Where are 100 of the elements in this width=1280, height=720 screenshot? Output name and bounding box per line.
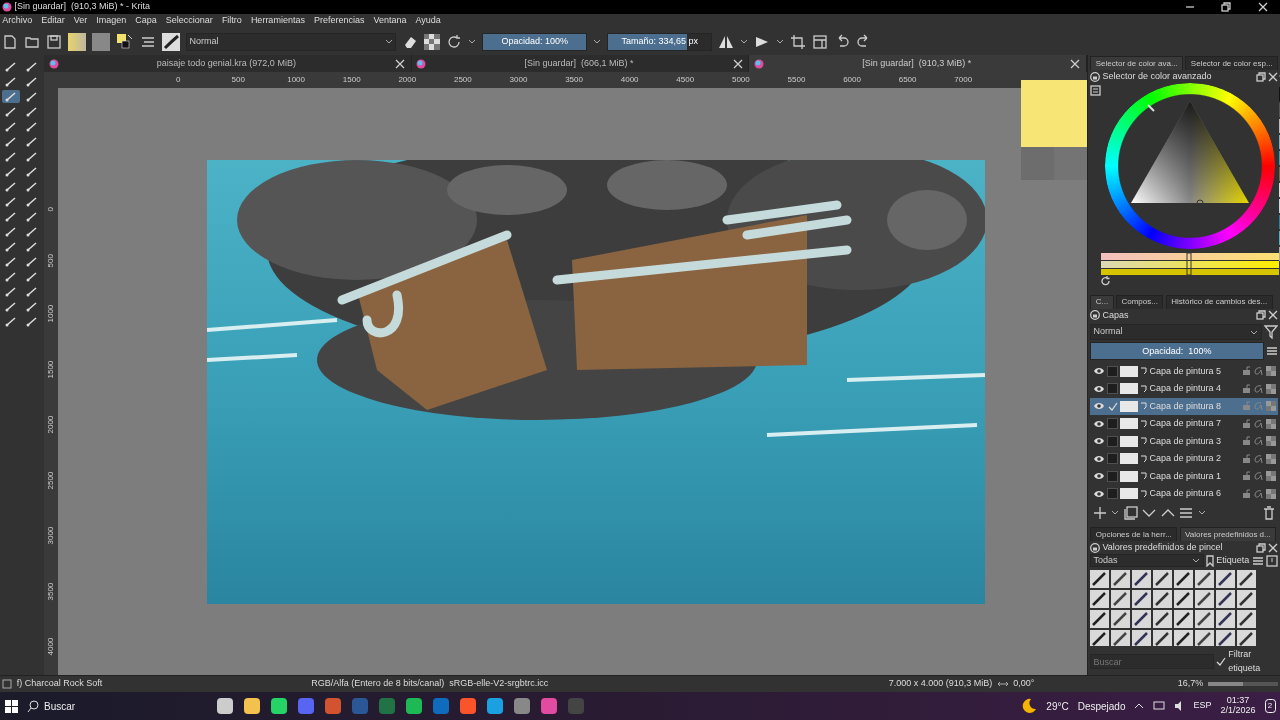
weather-condition[interactable]: Despejado: [1077, 698, 1126, 714]
checker-icon[interactable]: [1265, 418, 1276, 429]
caret-icon[interactable]: [385, 39, 393, 44]
eye-icon[interactable]: [1092, 471, 1105, 482]
brush-preset-icon[interactable]: [1216, 629, 1236, 646]
brush-preset-icon[interactable]: [1153, 589, 1173, 608]
lock-icon[interactable]: [1242, 383, 1251, 394]
windows-logo-icon[interactable]: [4, 699, 18, 713]
close-icon[interactable]: [1267, 71, 1278, 82]
notification-count[interactable]: 2: [1264, 699, 1276, 713]
layer-row[interactable]: Capa de pintura 6: [1090, 485, 1278, 503]
brush-preset-icon[interactable]: [1132, 629, 1152, 646]
trash-icon[interactable]: [1261, 505, 1276, 520]
caret-icon[interactable]: [1111, 510, 1119, 516]
checker-icon[interactable]: [1265, 366, 1276, 377]
lock-icon[interactable]: [1242, 453, 1251, 464]
brush-preset-icon[interactable]: [1090, 609, 1110, 628]
lock-icon[interactable]: [1090, 310, 1101, 321]
brush-preset-icon[interactable]: [1090, 589, 1110, 608]
layer-opacity-slider[interactable]: Opacidad: 100%: [1090, 342, 1264, 361]
brush-preset-icon[interactable]: [1090, 569, 1110, 588]
menu-icon[interactable]: [1251, 554, 1264, 567]
brush-preset-icon[interactable]: [1132, 589, 1152, 608]
save-icon[interactable]: [46, 33, 63, 50]
eye-icon[interactable]: [1092, 383, 1105, 394]
duplicate-icon[interactable]: [1123, 505, 1138, 520]
layer-checkbox[interactable]: [1106, 488, 1118, 500]
list-icon[interactable]: [1090, 85, 1102, 97]
refresh-icon[interactable]: [1101, 276, 1112, 287]
menu-item[interactable]: Editar: [41, 14, 65, 28]
layer-blend-dropdown[interactable]: Normal: [1090, 324, 1262, 341]
close-icon[interactable]: [1257, 2, 1268, 12]
alpha-icon[interactable]: [1253, 366, 1264, 377]
brush-preset-icon[interactable]: [1090, 629, 1110, 646]
brush-preset-icon[interactable]: [1216, 589, 1236, 608]
eye-icon[interactable]: [1092, 488, 1105, 499]
properties-icon[interactable]: [1179, 505, 1193, 520]
layer-row[interactable]: Capa de pintura 4: [1090, 380, 1278, 398]
checker-icon[interactable]: [1265, 383, 1276, 394]
layer-row[interactable]: Capa de pintura 7: [1090, 415, 1278, 433]
layer-checkbox[interactable]: [1106, 435, 1118, 447]
brush-preset-icon[interactable]: [1153, 629, 1173, 646]
menu-item[interactable]: Imagen: [96, 14, 127, 28]
brush-preset-icon[interactable]: [1111, 629, 1131, 646]
lock-icon[interactable]: [1242, 488, 1251, 499]
chevron-up-icon[interactable]: [1134, 702, 1145, 710]
menu-icon[interactable]: [1265, 345, 1278, 358]
close-icon[interactable]: [1069, 57, 1082, 70]
checker-icon[interactable]: [1265, 453, 1276, 464]
brush-preset-icon[interactable]: [1132, 569, 1152, 588]
color-swap-icon[interactable]: [116, 32, 135, 51]
layer-row[interactable]: Capa de pintura 2: [1090, 450, 1278, 468]
language-indicator[interactable]: ESP: [1193, 699, 1212, 713]
float-icon[interactable]: [1255, 71, 1266, 82]
size-slider[interactable]: Tamaño: 334,65 px: [607, 32, 713, 51]
zoom-slider[interactable]: [1207, 682, 1278, 686]
menu-item[interactable]: Capa: [135, 14, 157, 28]
caret-icon[interactable]: [776, 39, 785, 44]
opacity-slider[interactable]: Opacidad: 100%: [482, 32, 588, 51]
brush-preset-icon[interactable]: [1174, 569, 1194, 588]
lock-icon[interactable]: [1242, 418, 1251, 429]
brush-preset-icon[interactable]: [162, 32, 181, 51]
search-field[interactable]: Buscar: [1090, 654, 1214, 669]
close-icon[interactable]: [394, 57, 407, 70]
brush-preset-icon[interactable]: [1237, 629, 1257, 646]
caret-icon[interactable]: [1192, 558, 1201, 564]
caret-icon[interactable]: [593, 39, 602, 44]
menu-item[interactable]: Seleccionar: [165, 14, 213, 28]
alpha-icon[interactable]: [1253, 453, 1264, 464]
network-icon[interactable]: [1153, 701, 1166, 711]
color-slider-drawing[interactable]: [1101, 252, 1280, 275]
brush-preset-icon[interactable]: [1195, 569, 1215, 588]
close-icon[interactable]: [1267, 310, 1278, 321]
alpha-icon[interactable]: [1253, 471, 1264, 482]
alpha-icon[interactable]: [1253, 418, 1264, 429]
checker-icon[interactable]: [424, 33, 441, 50]
restore-icon[interactable]: [1221, 2, 1231, 12]
checker-icon[interactable]: [1265, 488, 1276, 499]
close-icon[interactable]: [731, 57, 744, 70]
lock-icon[interactable]: [1090, 71, 1101, 82]
brush-preset-icon[interactable]: [1111, 609, 1131, 628]
frame-icon[interactable]: [2, 679, 13, 689]
lock-icon[interactable]: [1242, 366, 1251, 377]
eye-icon[interactable]: [1092, 453, 1105, 464]
brush-preset-icon[interactable]: [1195, 609, 1215, 628]
filter-icon[interactable]: [1263, 325, 1278, 340]
brush-preset-icon[interactable]: [1111, 569, 1131, 588]
clock-date[interactable]: 2/1/2026: [1220, 706, 1256, 716]
layer-checkbox[interactable]: [1106, 453, 1118, 465]
caret-icon[interactable]: [740, 39, 749, 44]
layer-row[interactable]: Capa de pintura 5: [1090, 362, 1278, 381]
float-icon[interactable]: [1255, 542, 1266, 553]
layer-checkbox[interactable]: [1106, 383, 1118, 395]
menu-item[interactable]: Archivo: [2, 14, 33, 28]
docker-tab[interactable]: Compos...: [1115, 294, 1164, 309]
layer-checkbox[interactable]: [1106, 418, 1118, 430]
new-document-icon[interactable]: [2, 33, 19, 50]
info-icon[interactable]: [1265, 554, 1278, 567]
layer-row[interactable]: Capa de pintura 3: [1090, 432, 1278, 451]
eye-icon[interactable]: [1092, 401, 1105, 412]
